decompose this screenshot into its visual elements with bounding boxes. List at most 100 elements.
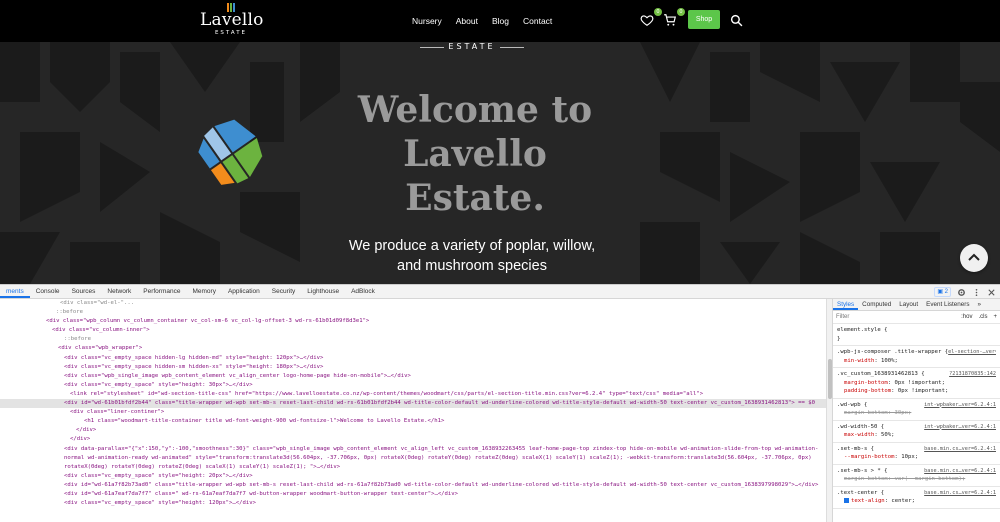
property-name: margin-bottom xyxy=(844,410,888,416)
property-name: padding-bottom xyxy=(844,388,892,394)
tab-console[interactable]: Console xyxy=(30,285,66,298)
property-checkbox[interactable] xyxy=(844,498,849,503)
dom-node[interactable]: </div> xyxy=(0,426,826,435)
site-header: Lavello ESTATE Nursery About Blog Contac… xyxy=(0,0,1000,42)
tab-sources[interactable]: Sources xyxy=(66,285,102,298)
dom-node[interactable]: <div class="vc_empty_space" style="heigh… xyxy=(0,472,826,481)
cls-toggle[interactable]: .cls xyxy=(978,313,987,322)
style-property[interactable]: text-align: center; xyxy=(837,497,996,506)
style-rule[interactable]: .set-mb-s > * {base.min.cs…ver=6.2.4:1 ma… xyxy=(833,465,1000,487)
style-property[interactable]: padding-bottom: 0px !important; xyxy=(837,387,996,396)
dom-node[interactable]: </div> xyxy=(0,435,826,444)
style-rule[interactable]: .text-center {base.min.cs…ver=6.2.4:1 tex… xyxy=(833,487,1000,509)
tab-network[interactable]: Network xyxy=(101,285,137,298)
dom-node-selected[interactable]: <div id="wd-61b01bfdf2b44" class="title-… xyxy=(0,399,826,409)
gear-icon[interactable] xyxy=(957,288,966,297)
style-rule-header: .text-center {base.min.cs…ver=6.2.4:1 xyxy=(837,489,996,498)
issues-badge[interactable]: ▣ 2 xyxy=(934,287,951,297)
dom-node[interactable]: <div class="vc_empty_space hidden-lg hid… xyxy=(0,354,826,363)
main-nav: Nursery About Blog Contact xyxy=(412,14,552,28)
website-viewport: Lavello ESTATE Nursery About Blog Contac… xyxy=(0,0,1000,284)
close-icon[interactable] xyxy=(987,288,996,297)
style-property[interactable]: --margin-bottom: 10px; xyxy=(837,453,996,462)
property-name: min-width xyxy=(844,357,875,364)
style-rule[interactable]: .wd-wpb {int-wpbaker…ver=6.2.4:1 margin-b… xyxy=(833,399,1000,421)
dom-node[interactable]: <div class="wpb_single_image wpb_content… xyxy=(0,372,826,381)
wishlist-button[interactable]: 0 xyxy=(640,8,662,28)
rule-source-link[interactable]: base.min.cs…ver=6.2.4:1 xyxy=(924,445,996,454)
wishlist-count-badge: 0 xyxy=(654,8,662,16)
dom-node[interactable]: <div id="wd-61a7f82b73ad0" class="title-… xyxy=(0,481,826,490)
cart-button[interactable]: 0 xyxy=(663,8,685,28)
style-property[interactable]: min-width: 100%; xyxy=(837,357,996,366)
rule-source-link[interactable]: int-wpbaker…ver=6.2.4:1 xyxy=(924,423,996,432)
nav-nursery[interactable]: Nursery xyxy=(412,14,442,28)
style-rule[interactable]: .wd-width-50 {int-wpbaker…ver=6.2.4:1 max… xyxy=(833,421,1000,443)
add-rule-button[interactable]: + xyxy=(993,313,997,322)
style-property[interactable]: max-width: 50%; xyxy=(837,431,996,440)
tab-adblock[interactable]: AdBlock xyxy=(345,285,381,298)
tab-more[interactable]: » xyxy=(974,299,986,310)
dom-node[interactable]: <div class="vc_empty_space" style="heigh… xyxy=(0,499,826,508)
tab-security[interactable]: Security xyxy=(266,285,301,298)
elements-tree[interactable]: <div class="wd-el-"... ::before <div cla… xyxy=(0,299,826,522)
styles-filter-input[interactable]: Filter xyxy=(836,313,955,322)
tab-layout[interactable]: Layout xyxy=(895,299,922,310)
rule-source-link[interactable]: ?2131870835:142 xyxy=(949,370,996,379)
property-value: : 50%; xyxy=(874,432,895,438)
style-rule[interactable]: .wpb-js-composer .title-wrapper {el-sect… xyxy=(833,346,1000,368)
site-logo[interactable]: Lavello ESTATE xyxy=(200,3,263,39)
devtools-tabbar: ments Console Sources Network Performanc… xyxy=(0,285,1000,299)
cart-icon xyxy=(664,14,676,26)
heart-icon xyxy=(640,15,654,26)
nav-about[interactable]: About xyxy=(456,14,478,28)
search-button[interactable] xyxy=(730,12,748,28)
hero-leaf-logo xyxy=(198,119,263,185)
style-rule[interactable]: .vc_custom_1638931462813 {?2131870835:14… xyxy=(833,368,1000,399)
tab-lighthouse[interactable]: Lighthouse xyxy=(301,285,345,298)
tab-elements[interactable]: ments xyxy=(0,285,30,298)
style-rule[interactable]: element.style {} xyxy=(833,324,1000,346)
dom-node[interactable]: <link rel="stylesheet" id="wd-section-ti… xyxy=(0,390,826,399)
shop-button[interactable]: Shop xyxy=(688,10,720,29)
rule-source-link[interactable]: el-section-…ver=6.2.4:1 xyxy=(948,348,996,357)
cart-count-badge: 0 xyxy=(677,8,685,16)
tab-event-listeners[interactable]: Event Listeners xyxy=(922,299,973,310)
dom-node[interactable]: ::before xyxy=(0,335,826,344)
property-value: : var(--margin-bottom); xyxy=(887,476,966,482)
styles-tabbar: Styles Computed Layout Event Listeners » xyxy=(833,299,1000,311)
rule-source-link[interactable]: base.min.cs…ver=6.2.4:1 xyxy=(924,467,996,476)
dom-node[interactable]: <div class="vc_column-inner"> xyxy=(0,326,826,335)
dom-node[interactable]: <h1 class="woodmart-title-container titl… xyxy=(0,417,826,426)
estate-banner: ESTATE xyxy=(412,42,532,54)
more-vertical-icon[interactable] xyxy=(972,288,981,297)
style-property[interactable]: margin-bottom: 0px !important; xyxy=(837,379,996,388)
dom-node[interactable]: <div class="wd-el-"... xyxy=(0,299,826,308)
property-value: : 100%; xyxy=(874,357,898,364)
rule-selector: .wpb-js-composer .title-wrapper { xyxy=(837,349,949,355)
style-property[interactable]: margin-bottom: var(--margin-bottom); xyxy=(837,475,996,484)
dom-node[interactable]: <div data-parallax="{"x":150,"y":-100,"s… xyxy=(0,445,826,472)
nav-blog[interactable]: Blog xyxy=(492,14,509,28)
nav-contact[interactable]: Contact xyxy=(523,14,552,28)
scroll-to-top-button[interactable] xyxy=(960,244,988,272)
style-property[interactable]: margin-bottom: 30px; xyxy=(837,409,996,418)
tab-memory[interactable]: Memory xyxy=(186,285,221,298)
dom-node[interactable]: <div class="vc_empty_space hidden-sm hid… xyxy=(0,363,826,372)
style-rule-header: element.style { xyxy=(837,326,996,335)
dom-node[interactable]: <div id="wd-61a7eaf7da7f7" class=" wd-rs… xyxy=(0,490,826,499)
dom-node[interactable]: ::before xyxy=(0,308,826,317)
tab-application[interactable]: Application xyxy=(222,285,266,298)
rule-source-link[interactable]: base.min.cs…ver=6.2.4:1 xyxy=(924,489,996,498)
tab-computed[interactable]: Computed xyxy=(858,299,895,310)
style-rule[interactable]: .set-mb-s {base.min.cs…ver=6.2.4:1 --marg… xyxy=(833,443,1000,465)
property-value: : 0px !important; xyxy=(887,379,946,386)
rule-source-link[interactable]: int-wpbaker…ver=6.2.4:1 xyxy=(924,401,996,410)
dom-node[interactable]: <div class="wpb_column vc_column_contain… xyxy=(0,317,826,326)
tab-styles[interactable]: Styles xyxy=(833,299,859,310)
tab-performance[interactable]: Performance xyxy=(137,285,186,298)
dom-node[interactable]: <div class="vc_empty_space" style="heigh… xyxy=(0,381,826,390)
dom-node[interactable]: <div class="liner-continer"> xyxy=(0,408,826,417)
hov-toggle[interactable]: :hov xyxy=(961,313,972,322)
dom-node[interactable]: <div class="wpb_wrapper"> xyxy=(0,344,826,353)
